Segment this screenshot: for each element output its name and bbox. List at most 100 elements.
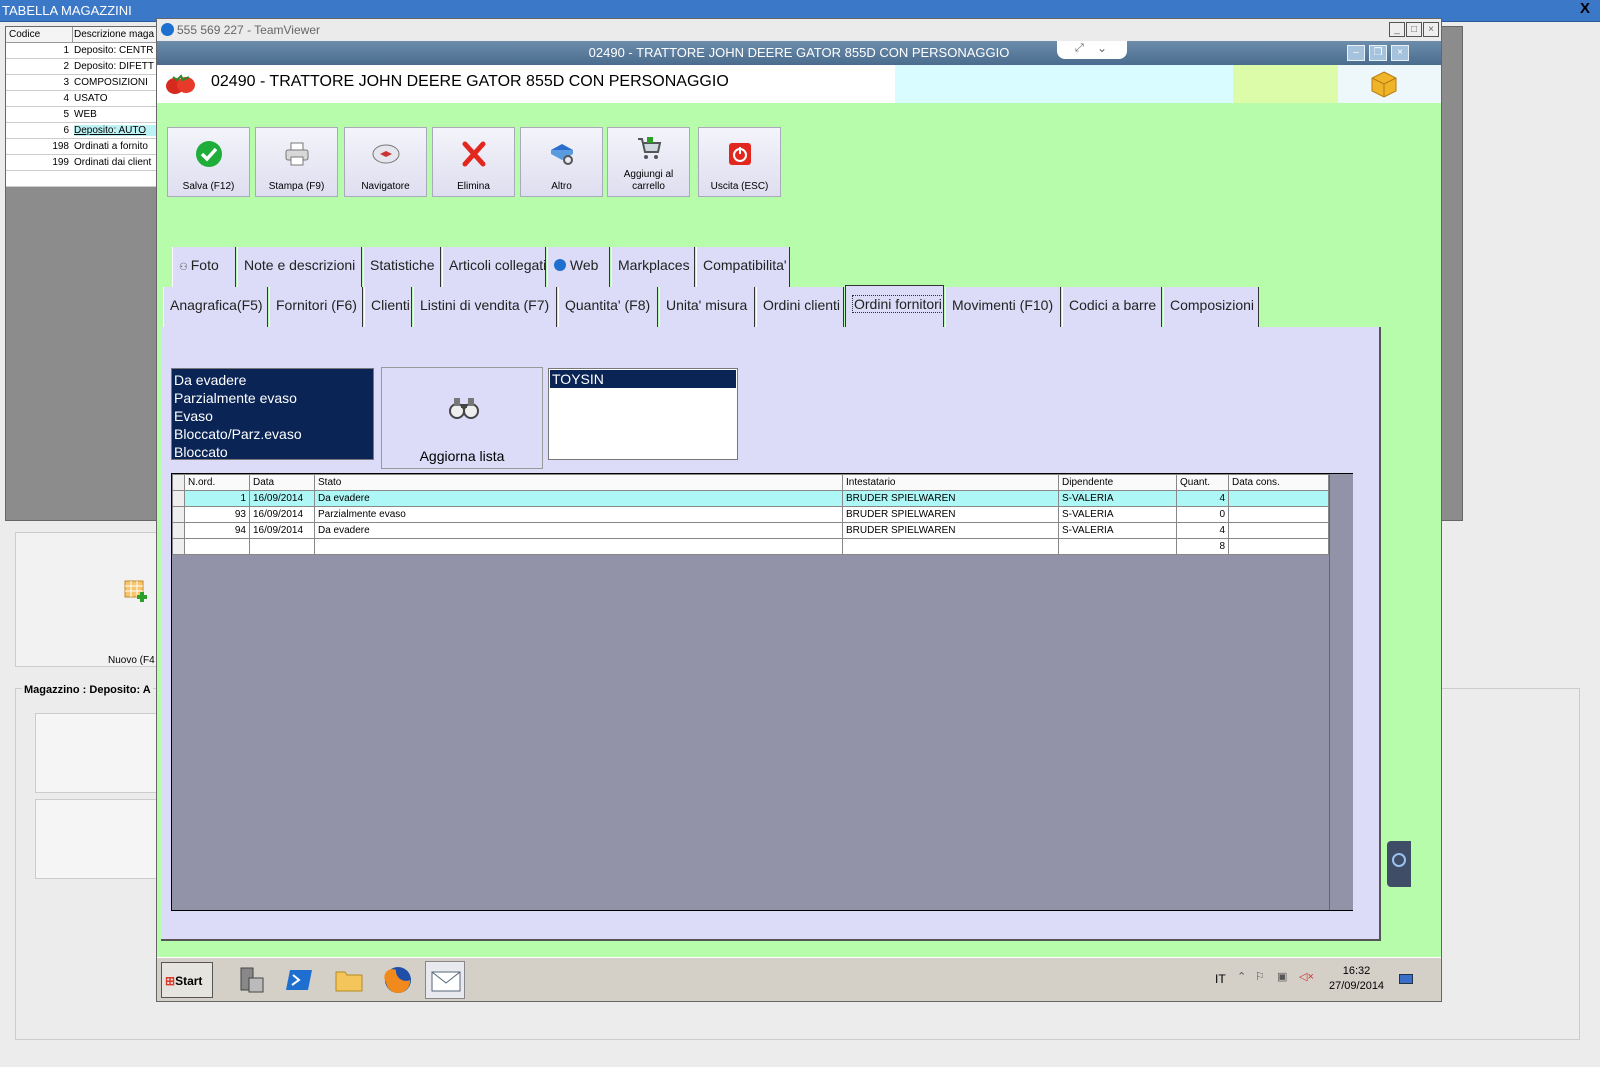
- status-option[interactable]: Bloccato/Parz.evaso: [174, 425, 371, 443]
- firefox-icon[interactable]: [382, 964, 414, 996]
- chevron-down-icon[interactable]: ⌄: [1097, 41, 1107, 55]
- row-desc: Ordinati dai client: [74, 157, 152, 168]
- row-desc: Ordinati a fornito: [74, 141, 148, 152]
- tab-foto[interactable]: ⚇ Foto: [172, 247, 236, 287]
- package-icon[interactable]: [1369, 69, 1399, 99]
- remote-taskbar: ⊞Start IT ⌃ ⚐ ▣ ◁× 16:32 27/09/2014: [157, 957, 1441, 1001]
- warehouse-row[interactable]: 4 USATO: [6, 91, 156, 107]
- tab-statistiche[interactable]: Statistiche: [363, 247, 441, 287]
- col-intestatario[interactable]: Intestatario: [842, 474, 1059, 491]
- tab-markplaces[interactable]: Markplaces: [611, 247, 695, 287]
- teamviewer-logo-icon: [1392, 853, 1406, 867]
- col-quant[interactable]: Quant.: [1176, 474, 1229, 491]
- supplier-option-selected[interactable]: TOYSIN: [550, 370, 736, 388]
- app-minimize-button[interactable]: –: [1347, 45, 1365, 61]
- other-button[interactable]: Altro: [520, 127, 603, 197]
- row-indicator-header: [172, 474, 185, 491]
- other-label: Altro: [551, 181, 572, 192]
- minimize-button[interactable]: _: [1389, 22, 1405, 37]
- status-filter-list[interactable]: Da evadere Parzialmente evaso Evaso Bloc…: [171, 368, 374, 460]
- print-button[interactable]: Stampa (F9): [255, 127, 338, 197]
- teamviewer-title: 555 569 227 - TeamViewer: [177, 23, 320, 37]
- row-code: 5: [63, 109, 69, 120]
- cell-data: 16/09/2014: [249, 506, 315, 523]
- server-manager-icon[interactable]: [235, 964, 267, 996]
- tab-unita-misura[interactable]: Unita' misura: [659, 287, 755, 327]
- warehouse-row[interactable]: 199 Ordinati dai client: [6, 155, 156, 171]
- tab-web[interactable]: Web: [547, 247, 610, 287]
- warehouse-row-selected[interactable]: 6 Deposito: AUTO: [6, 123, 156, 139]
- status-option[interactable]: Evaso: [174, 407, 371, 425]
- tab-fornitori[interactable]: Fornitori (F6): [269, 287, 363, 327]
- tab-ordini-fornitori[interactable]: Ordini fornitori: [845, 285, 944, 327]
- clock[interactable]: 16:32 27/09/2014: [1329, 964, 1384, 994]
- warehouse-row[interactable]: 5 WEB: [6, 107, 156, 123]
- order-row[interactable]: 94 16/09/2014 Da evadere BRUDER SPIELWAR…: [172, 522, 1329, 539]
- grid-scroll-area[interactable]: [1329, 474, 1353, 910]
- new-button-label[interactable]: Nuovo (F4: [108, 655, 155, 666]
- tab-clienti[interactable]: Clienti: [364, 287, 412, 327]
- col-codice[interactable]: Codice: [9, 29, 40, 40]
- navigator-button[interactable]: Navigatore: [344, 127, 427, 197]
- tab-label: Articoli collegati: [449, 257, 547, 273]
- tab-label: Fornitori (F6): [276, 297, 357, 313]
- tab-ordini-clienti[interactable]: Ordini clienti: [756, 287, 844, 327]
- language-indicator[interactable]: IT: [1215, 972, 1226, 986]
- warehouse-row[interactable]: 2 Deposito: DIFETT: [6, 59, 156, 75]
- col-data-cons[interactable]: Data cons.: [1228, 474, 1329, 491]
- add-to-cart-button[interactable]: Aggiungi al carrello: [607, 127, 690, 197]
- col-data[interactable]: Data: [249, 474, 315, 491]
- strawberry-logo-icon: [166, 74, 195, 94]
- exit-button[interactable]: Uscita (ESC): [698, 127, 781, 197]
- cell-quant: 0: [1176, 506, 1229, 523]
- tab-note[interactable]: Note e descrizioni: [237, 247, 362, 287]
- tray-expand-icon[interactable]: ⌃: [1237, 970, 1251, 984]
- tab-articoli-collegati[interactable]: Articoli collegati: [442, 247, 546, 287]
- refresh-list-button[interactable]: Aggiorna lista: [381, 367, 543, 469]
- teamviewer-side-handle[interactable]: [1387, 841, 1411, 887]
- powershell-icon[interactable]: [284, 964, 316, 996]
- warehouse-row[interactable]: 198 Ordinati a fornito: [6, 139, 156, 155]
- background-close-button[interactable]: X: [1580, 0, 1590, 17]
- app-close-button[interactable]: ×: [1391, 45, 1409, 61]
- add-table-icon[interactable]: [124, 577, 150, 603]
- status-option[interactable]: Da evadere: [174, 371, 371, 389]
- close-button[interactable]: ×: [1423, 22, 1439, 37]
- cell-data-cons: [1228, 522, 1329, 539]
- teamviewer-panel-handle[interactable]: ⤢ ⌄: [1057, 41, 1127, 59]
- app-restore-button[interactable]: ❐: [1369, 45, 1387, 61]
- order-row[interactable]: 93 16/09/2014 Parzialmente evaso BRUDER …: [172, 506, 1329, 523]
- tab-compatibilita[interactable]: Compatibilita': [696, 247, 790, 287]
- tab-composizioni[interactable]: Composizioni: [1163, 287, 1259, 327]
- fullscreen-icon[interactable]: ⤢: [1075, 42, 1084, 55]
- action-center-flag-icon[interactable]: ⚐: [1255, 970, 1269, 984]
- start-button[interactable]: ⊞Start: [161, 962, 213, 998]
- tab-anagrafica[interactable]: Anagrafica(F5): [163, 287, 268, 327]
- tab-movimenti[interactable]: Movimenti (F10): [945, 287, 1061, 327]
- network-icon[interactable]: ▣: [1277, 970, 1291, 984]
- show-desktop-icon[interactable]: [1399, 974, 1413, 984]
- cell-empty: [1228, 538, 1329, 555]
- order-row-current[interactable]: 1 16/09/2014 Da evadere BRUDER SPIELWARE…: [172, 490, 1329, 507]
- delete-button[interactable]: Elimina: [432, 127, 515, 197]
- volume-muted-icon[interactable]: ◁×: [1299, 970, 1314, 984]
- col-stato[interactable]: Stato: [314, 474, 843, 491]
- save-button[interactable]: Salva (F12): [167, 127, 250, 197]
- col-dipendente[interactable]: Dipendente: [1058, 474, 1177, 491]
- tab-quantita[interactable]: Quantita' (F8): [558, 287, 658, 327]
- folder-icon[interactable]: [333, 964, 365, 996]
- mail-task-button[interactable]: [425, 961, 465, 999]
- col-descrizione[interactable]: Descrizione maga: [74, 29, 154, 40]
- warehouse-row-empty[interactable]: [6, 171, 156, 187]
- row-desc: Deposito: CENTR: [74, 45, 154, 56]
- row-indicator: [172, 522, 185, 539]
- status-option[interactable]: Parzialmente evaso: [174, 389, 371, 407]
- maximize-button[interactable]: □: [1406, 22, 1422, 37]
- warehouse-row[interactable]: 1 Deposito: CENTR: [6, 43, 156, 59]
- status-option[interactable]: Bloccato: [174, 443, 371, 461]
- warehouse-row[interactable]: 3 COMPOSIZIONI: [6, 75, 156, 91]
- tab-listini[interactable]: Listini di vendita (F7): [413, 287, 557, 327]
- col-n-ord[interactable]: N.ord.: [184, 474, 250, 491]
- tab-codici-barre[interactable]: Codici a barre: [1062, 287, 1162, 327]
- supplier-list[interactable]: TOYSIN: [548, 368, 738, 460]
